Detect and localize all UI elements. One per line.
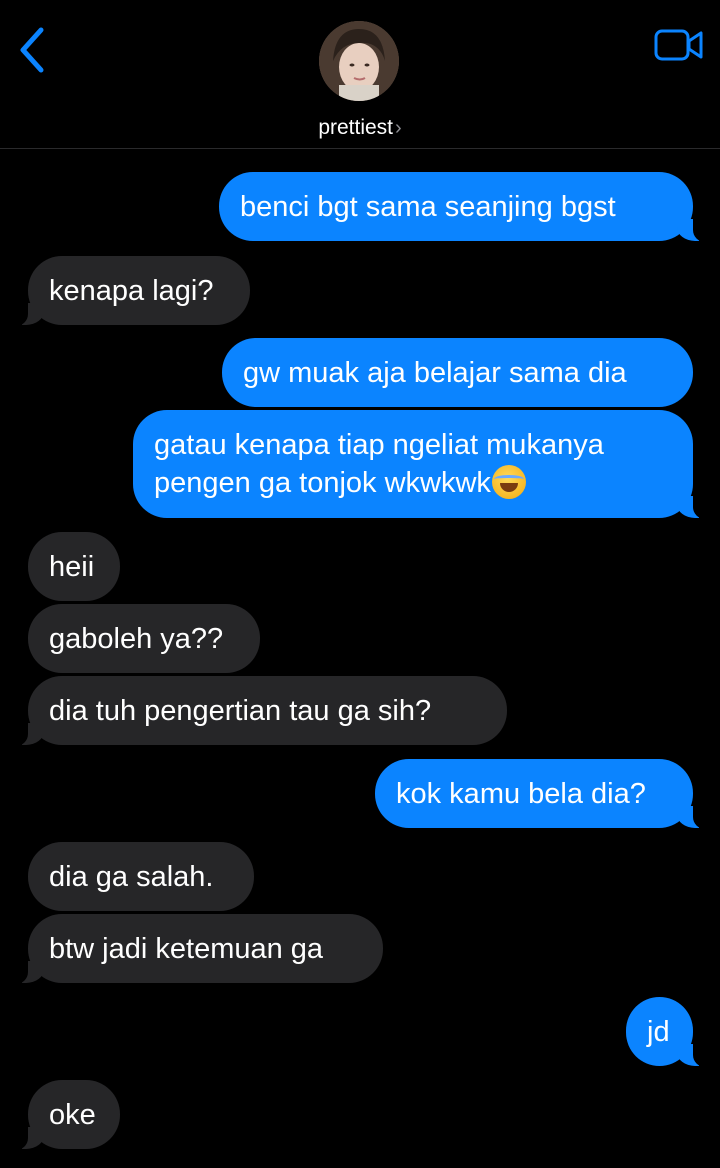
- contact-name: prettiest: [318, 116, 394, 139]
- message-bubble-incoming[interactable]: kenapa lagi?: [12, 256, 250, 326]
- message-bubble-incoming[interactable]: gaboleh ya??: [28, 604, 260, 673]
- video-camera-icon: [654, 29, 703, 61]
- contact-name-button[interactable]: prettiest ›: [0, 115, 720, 141]
- message-bubble-outgoing[interactable]: benci bgt sama seanjing bgst: [219, 172, 709, 242]
- avatar-photo: [319, 21, 399, 101]
- message-text: oke: [49, 1098, 96, 1131]
- message-bubble-incoming[interactable]: dia tuh pengertian tau ga sih?: [12, 676, 507, 746]
- message-bubble-incoming[interactable]: btw jadi ketemuan ga: [12, 914, 383, 984]
- message-bubble-outgoing[interactable]: jd: [626, 997, 709, 1067]
- message-text-line: gatau kenapa tiap ngeliat mukanya: [154, 429, 604, 461]
- back-button[interactable]: [8, 22, 56, 78]
- message-text: dia tuh pengertian tau ga sih?: [49, 694, 432, 727]
- message-text: heii: [49, 550, 95, 583]
- message-bubble-incoming[interactable]: oke: [12, 1080, 120, 1150]
- message-text-line: pengen ga tonjok wkwkwk: [154, 467, 491, 499]
- message-text: gw muak aja belajar sama dia: [243, 356, 627, 389]
- facetime-video-button[interactable]: [650, 24, 708, 66]
- chevron-left-icon: [20, 27, 44, 73]
- message-text: btw jadi ketemuan ga: [49, 932, 324, 965]
- message-text: kenapa lagi?: [49, 274, 214, 307]
- message-bubble-outgoing[interactable]: gatau kenapa tiap ngeliat mukanya pengen…: [133, 410, 709, 519]
- message-text: dia ga salah.: [49, 860, 214, 893]
- message-text: kok kamu bela dia?: [396, 777, 646, 810]
- message-bubble-outgoing[interactable]: kok kamu bela dia?: [375, 759, 709, 829]
- message-bubble-outgoing[interactable]: gw muak aja belajar sama dia: [222, 338, 693, 407]
- message-bubble-incoming[interactable]: dia ga salah.: [28, 842, 254, 911]
- message-bubble-incoming[interactable]: heii: [28, 532, 120, 601]
- message-text: benci bgt sama seanjing bgst: [240, 190, 616, 223]
- face-with-tears-of-joy-icon: [491, 465, 526, 500]
- message-text: jd: [647, 1015, 670, 1048]
- message-text: gaboleh ya??: [49, 622, 224, 655]
- contact-avatar[interactable]: [319, 21, 399, 101]
- chevron-right-icon: ›: [395, 117, 402, 139]
- conversation-header: prettiest ›: [0, 0, 720, 149]
